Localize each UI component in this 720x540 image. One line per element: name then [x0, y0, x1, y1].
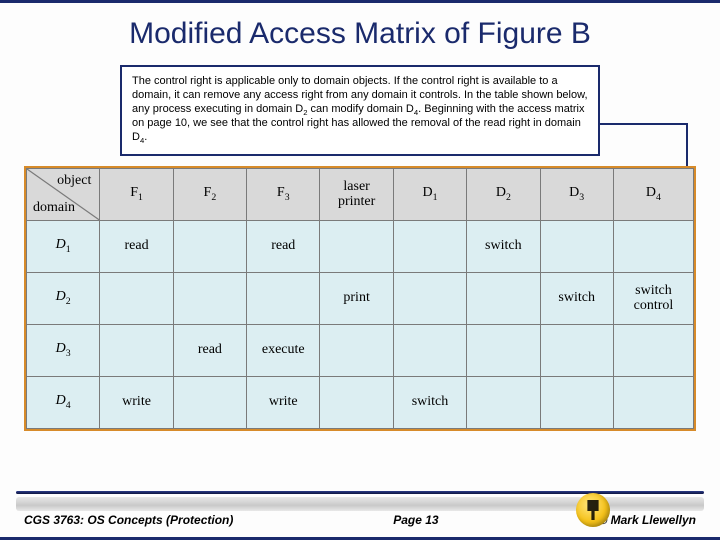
table-row: D3 read execute [27, 324, 694, 376]
matrix-cell [173, 220, 246, 272]
matrix-cell [393, 220, 466, 272]
matrix-cell [540, 220, 613, 272]
matrix-cell [467, 324, 540, 376]
copyright: © Mark Llewellyn [598, 513, 696, 527]
row-header: D2 [27, 272, 100, 324]
slide: Modified Access Matrix of Figure B The c… [0, 0, 720, 540]
course-label: CGS 3763: OS Concepts (Protection) [24, 513, 233, 527]
table-row: D4 write write switch [27, 376, 694, 428]
explanation-note: The control right is applicable only to … [120, 65, 600, 156]
footer-bar [16, 491, 704, 494]
col-header: laserprinter [320, 168, 393, 220]
matrix-cell [613, 376, 693, 428]
matrix-cell: switch [393, 376, 466, 428]
table-row: D2 print switch switchcontrol [27, 272, 694, 324]
matrix-cell: switchcontrol [613, 272, 693, 324]
col-header: D4 [613, 168, 693, 220]
col-header: D1 [393, 168, 466, 220]
matrix-cell [173, 272, 246, 324]
matrix-cell [613, 324, 693, 376]
matrix-cell [467, 376, 540, 428]
matrix-cell [320, 324, 393, 376]
corner-object-label: object [57, 173, 91, 189]
col-header: F2 [173, 168, 246, 220]
matrix-cell [173, 376, 246, 428]
matrix-cell: switch [467, 220, 540, 272]
connector-line [594, 123, 688, 125]
ucf-logo-icon [576, 493, 610, 527]
row-header: D1 [27, 220, 100, 272]
matrix-cell [540, 324, 613, 376]
corner-domain-label: domain [33, 200, 75, 216]
matrix-cell [320, 220, 393, 272]
matrix-cell [320, 376, 393, 428]
matrix-cell [613, 220, 693, 272]
col-header: D2 [467, 168, 540, 220]
note-text: . [144, 131, 147, 143]
matrix-cell: read [100, 220, 173, 272]
matrix-cell [100, 272, 173, 324]
table-row: object domain F1 F2 F3 laserprinter D1 D… [27, 168, 694, 220]
footer: CGS 3763: OS Concepts (Protection) Page … [0, 491, 720, 531]
col-header: F3 [247, 168, 320, 220]
row-header: D4 [27, 376, 100, 428]
matrix-cell: read [173, 324, 246, 376]
matrix-cell [393, 272, 466, 324]
table-row: D1 read read switch [27, 220, 694, 272]
corner-cell: object domain [27, 168, 100, 220]
col-header: F1 [100, 168, 173, 220]
matrix-cell [247, 272, 320, 324]
matrix-cell: write [247, 376, 320, 428]
note-text: can modify domain D [308, 103, 414, 115]
matrix-cell: read [247, 220, 320, 272]
matrix-cell [100, 324, 173, 376]
matrix-cell: execute [247, 324, 320, 376]
slide-title: Modified Access Matrix of Figure B [0, 3, 720, 61]
matrix-cell [393, 324, 466, 376]
matrix-cell [467, 272, 540, 324]
matrix-cell [540, 376, 613, 428]
page-number: Page 13 [393, 513, 438, 527]
matrix-cell: switch [540, 272, 613, 324]
col-header: D3 [540, 168, 613, 220]
access-matrix: object domain F1 F2 F3 laserprinter D1 D… [24, 166, 696, 431]
matrix-table: object domain F1 F2 F3 laserprinter D1 D… [26, 168, 694, 429]
row-header: D3 [27, 324, 100, 376]
matrix-cell: print [320, 272, 393, 324]
matrix-cell: write [100, 376, 173, 428]
